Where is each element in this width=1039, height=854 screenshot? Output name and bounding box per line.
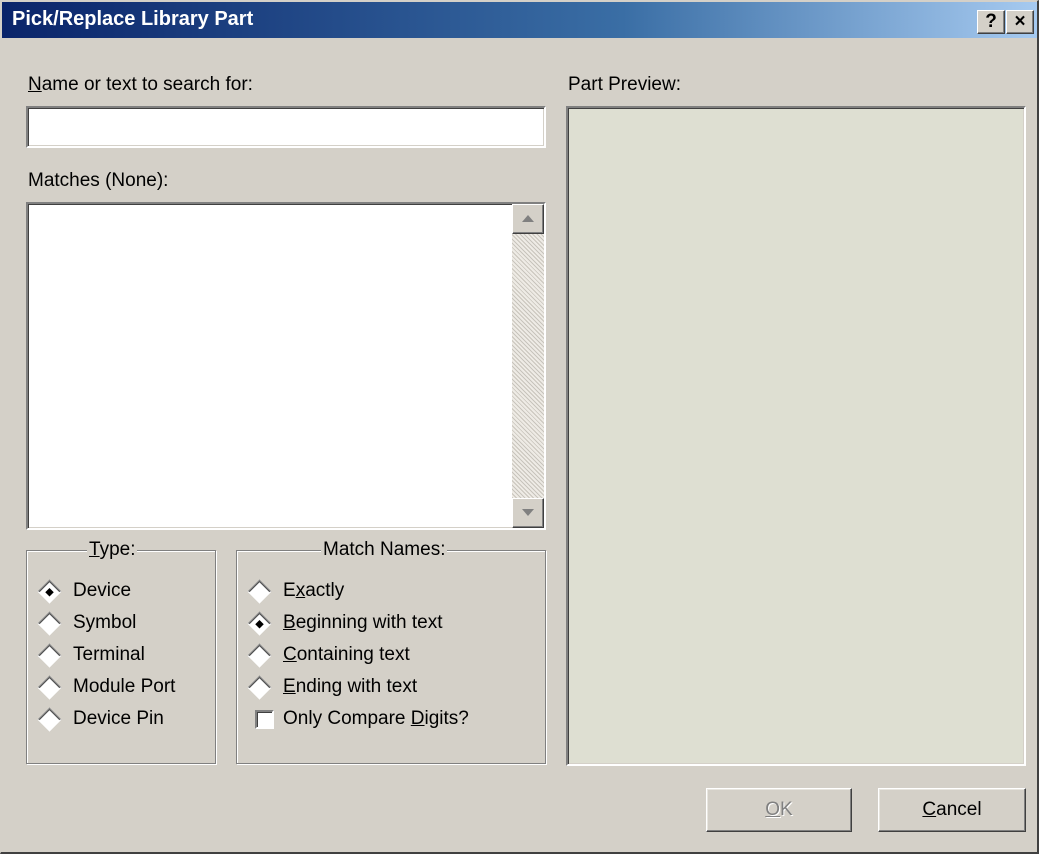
scroll-down-button[interactable] — [512, 498, 544, 528]
radio-exactly[interactable]: Exactly — [247, 575, 541, 607]
radio-unchecked-icon[interactable] — [247, 579, 272, 604]
cancel-button[interactable]: Cancel — [878, 788, 1026, 832]
help-button[interactable]: ? — [977, 10, 1005, 34]
radio-unchecked-icon[interactable] — [37, 611, 62, 636]
checkbox-icon[interactable] — [255, 710, 274, 729]
arrow-up-icon — [522, 215, 534, 222]
type-groupbox: Type: Device Symbol Terminal Module Port… — [26, 539, 216, 764]
close-button[interactable]: × — [1006, 10, 1034, 34]
match-names-legend: Match Names: — [321, 539, 448, 561]
search-input[interactable] — [26, 106, 546, 148]
part-preview-pane — [566, 106, 1026, 766]
radio-unchecked-icon[interactable] — [37, 643, 62, 668]
radio-containing-text[interactable]: Containing text — [247, 639, 541, 671]
only-compare-digits-checkbox[interactable]: Only Compare Digits? — [255, 703, 541, 735]
close-icon: × — [1014, 11, 1026, 32]
radio-unchecked-icon[interactable] — [37, 707, 62, 732]
arrow-down-icon — [522, 509, 534, 516]
radio-symbol[interactable]: Symbol — [37, 607, 211, 639]
matches-scrollbar[interactable] — [512, 204, 544, 528]
radio-unchecked-icon[interactable] — [247, 643, 272, 668]
radio-device[interactable]: Device — [37, 575, 211, 607]
radio-module-port[interactable]: Module Port — [37, 671, 211, 703]
radio-device-pin[interactable]: Device Pin — [37, 703, 211, 735]
scroll-up-button[interactable] — [512, 204, 544, 234]
title-bar[interactable]: Pick/Replace Library Part ? × — [2, 2, 1037, 38]
radio-unchecked-icon[interactable] — [37, 675, 62, 700]
radio-terminal[interactable]: Terminal — [37, 639, 211, 671]
radio-checked-icon[interactable] — [37, 579, 62, 604]
type-legend: Type: — [87, 539, 138, 561]
radio-checked-icon[interactable] — [247, 611, 272, 636]
radio-unchecked-icon[interactable] — [247, 675, 272, 700]
match-names-groupbox: Match Names: Exactly Beginning with text… — [236, 539, 546, 764]
ok-button[interactable]: OK — [706, 788, 852, 832]
search-label: Name or text to search for: — [28, 74, 253, 95]
matches-label: Matches (None): — [28, 170, 169, 191]
window-title: Pick/Replace Library Part — [12, 8, 254, 30]
matches-list[interactable] — [26, 202, 546, 530]
radio-beginning-with-text[interactable]: Beginning with text — [247, 607, 541, 639]
preview-label: Part Preview: — [568, 74, 681, 95]
radio-ending-with-text[interactable]: Ending with text — [247, 671, 541, 703]
